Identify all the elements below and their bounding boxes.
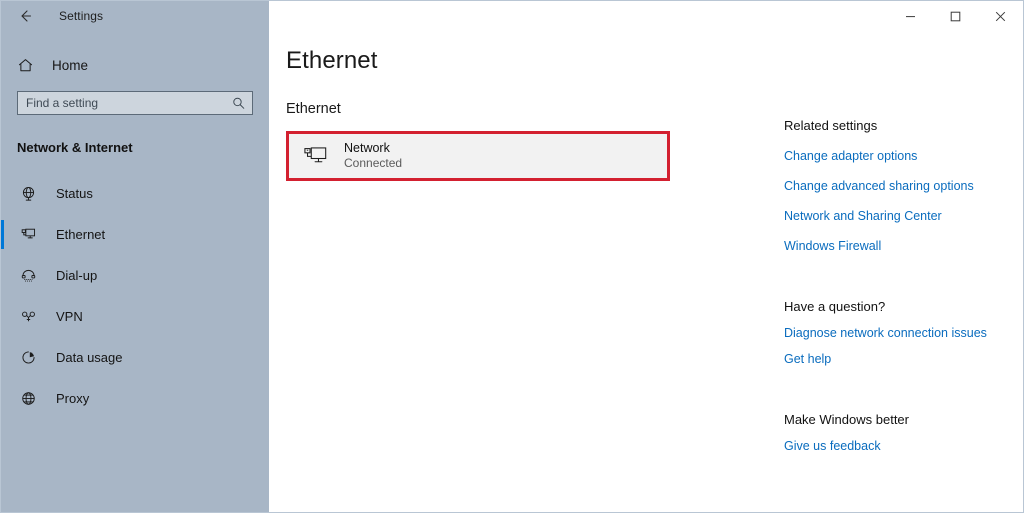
window-controls: [269, 1, 1023, 31]
link-change-advanced-sharing-options[interactable]: Change advanced sharing options: [784, 179, 974, 193]
search-input[interactable]: [18, 92, 252, 114]
selection-accent-bar: [1, 261, 4, 290]
vpn-key-icon: [17, 306, 39, 328]
sidebar-item-proxy[interactable]: Proxy: [1, 378, 269, 419]
network-card[interactable]: Network Connected: [286, 131, 670, 181]
section-heading: Ethernet: [286, 101, 341, 117]
selection-accent-bar: [1, 179, 4, 208]
search-box[interactable]: [17, 91, 253, 115]
minimize-button[interactable]: [888, 1, 933, 31]
sidebar-item-dialup-label: Dial-up: [56, 268, 98, 283]
network-status-icon: [17, 183, 39, 205]
sidebar-item-dialup[interactable]: Dial-up: [1, 255, 269, 296]
page-title: Ethernet: [286, 47, 378, 74]
main-content: Ethernet Ethernet Network Connected Rela…: [269, 1, 1023, 512]
close-button[interactable]: [978, 1, 1023, 31]
sidebar-titlebar: Settings: [1, 1, 269, 31]
globe-icon: [17, 388, 39, 410]
selection-accent-bar: [1, 302, 4, 331]
sidebar-item-ethernet-label: Ethernet: [56, 227, 106, 242]
sidebar-item-data-usage[interactable]: Data usage: [1, 337, 269, 378]
back-arrow-icon[interactable]: [11, 3, 39, 29]
related-settings-rail: Related settings Change adapter options …: [769, 31, 1023, 453]
sidebar: Settings Home Network & Internet: [1, 1, 269, 512]
sidebar-item-vpn-label: VPN: [56, 309, 83, 324]
sidebar-item-status-label: Status: [56, 186, 93, 201]
sidebar-item-proxy-label: Proxy: [56, 391, 90, 406]
network-card-status: Connected: [344, 156, 403, 171]
dialup-phone-icon: [17, 265, 39, 287]
sidebar-item-ethernet[interactable]: Ethernet: [1, 214, 269, 255]
related-settings-heading: Related settings: [784, 118, 878, 133]
home-icon: [14, 54, 36, 76]
link-get-help[interactable]: Get help: [784, 352, 831, 366]
sidebar-item-vpn[interactable]: VPN: [1, 296, 269, 337]
primary-column: Ethernet Ethernet Network Connected: [269, 31, 769, 453]
link-windows-firewall[interactable]: Windows Firewall: [784, 239, 881, 253]
pie-chart-icon: [17, 347, 39, 369]
sidebar-nav: Status Ethernet Dial-up VPN Data usage P…: [1, 173, 269, 419]
sidebar-item-data-usage-label: Data usage: [56, 350, 123, 365]
network-card-texts: Network Connected: [344, 140, 402, 171]
ethernet-icon: [17, 224, 39, 246]
selection-accent-bar: [1, 220, 4, 249]
settings-window: Settings Home Network & Internet: [0, 0, 1024, 513]
maximize-button[interactable]: [933, 1, 978, 31]
link-change-adapter-options[interactable]: Change adapter options: [784, 149, 917, 163]
content-columns: Ethernet Ethernet Network Connected Rela…: [269, 31, 1023, 453]
selection-accent-bar: [1, 343, 4, 372]
selection-accent-bar: [1, 384, 4, 413]
window-title: Settings: [59, 9, 104, 23]
have-a-question-heading: Have a question?: [784, 299, 886, 314]
sidebar-item-home[interactable]: Home: [1, 50, 269, 80]
network-computer-icon: [300, 142, 330, 170]
sidebar-item-home-label: Home: [52, 57, 89, 73]
sidebar-item-status[interactable]: Status: [1, 173, 269, 214]
sidebar-category-title: Network & Internet: [17, 140, 133, 155]
search-icon[interactable]: [232, 97, 245, 110]
make-windows-better-heading: Make Windows better: [784, 412, 909, 427]
link-diagnose-network-connection-issues[interactable]: Diagnose network connection issues: [784, 326, 987, 340]
link-network-and-sharing-center[interactable]: Network and Sharing Center: [784, 209, 942, 223]
link-give-us-feedback[interactable]: Give us feedback: [784, 439, 881, 453]
network-card-name: Network: [344, 141, 390, 156]
